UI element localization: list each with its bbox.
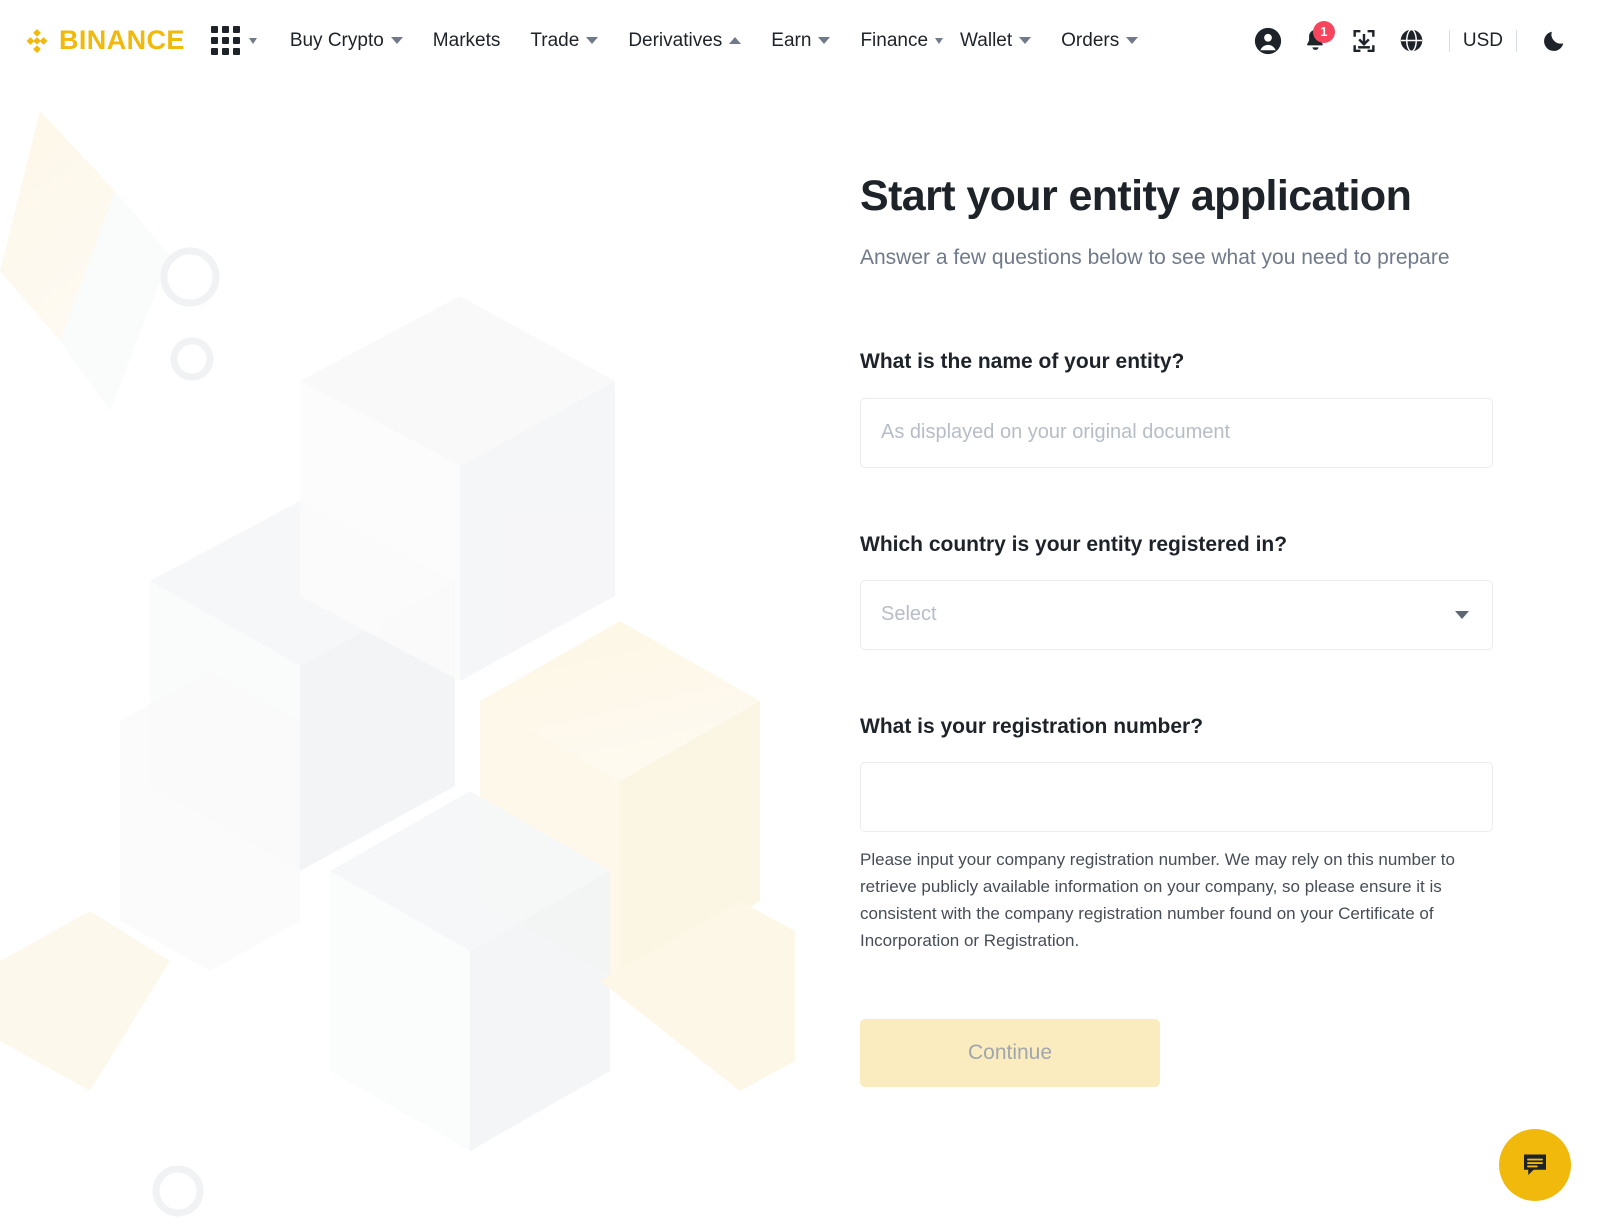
nav-item-buy-crypto[interactable]: Buy Crypto xyxy=(283,21,418,61)
nav-divider xyxy=(1516,29,1517,52)
field-label: What is the name of your entity? xyxy=(860,350,1185,374)
field-entity-name: What is the name of your entity? xyxy=(860,348,1493,468)
entity-name-input[interactable] xyxy=(860,397,1493,468)
support-chat-button[interactable] xyxy=(1499,1129,1571,1201)
chevron-down-icon xyxy=(248,37,257,44)
chevron-up-icon xyxy=(729,37,742,44)
nav-item-orders[interactable]: Orders xyxy=(1046,21,1153,61)
country-select[interactable]: Select xyxy=(860,579,1493,650)
chevron-down-icon xyxy=(586,37,599,44)
currency-selector[interactable]: USD xyxy=(1463,30,1503,52)
field-registration-number: What is your registration number? Please… xyxy=(860,713,1493,955)
nav-item-markets[interactable]: Markets xyxy=(418,21,516,61)
notifications-button[interactable]: 1 xyxy=(1292,17,1340,65)
field-label: Which country is your entity registered … xyxy=(860,532,1288,556)
registration-number-helper-text: Please input your company registration n… xyxy=(860,850,1455,950)
field-country: Which country is your entity registered … xyxy=(860,531,1493,650)
profile-button[interactable] xyxy=(1244,17,1292,65)
moon-icon xyxy=(1543,31,1563,51)
notification-badge: 1 xyxy=(1312,20,1335,43)
nav-label: Finance xyxy=(860,29,929,51)
binance-diamond-icon xyxy=(26,28,48,53)
globe-icon xyxy=(1401,28,1423,53)
chevron-down-icon xyxy=(935,37,944,44)
theme-toggle-button[interactable] xyxy=(1530,17,1578,65)
page-subtitle: Answer a few questions below to see what… xyxy=(860,246,1450,270)
top-navigation-bar: BINANCE Buy Crypto Markets Trade Derivat… xyxy=(0,0,1600,81)
continue-button[interactable]: Continue xyxy=(860,1018,1160,1087)
nav-item-derivatives[interactable]: Derivatives xyxy=(613,21,756,61)
nav-item-finance[interactable]: Finance xyxy=(845,21,945,61)
user-profile-icon xyxy=(1254,27,1281,54)
country-select-value: Select xyxy=(881,603,937,626)
page-title: Start your entity application xyxy=(860,172,1412,220)
nav-label: Orders xyxy=(1061,29,1120,51)
nav-item-trade[interactable]: Trade xyxy=(515,21,613,61)
nav-links: Buy Crypto Markets Trade Derivatives Ear… xyxy=(283,21,1244,61)
chevron-down-icon xyxy=(1019,37,1032,44)
binance-logo[interactable]: BINANCE xyxy=(22,26,185,56)
apps-grid-button[interactable] xyxy=(210,26,257,55)
field-label: What is your registration number? xyxy=(860,714,1204,738)
chevron-down-icon xyxy=(390,37,403,44)
chevron-down-icon xyxy=(1126,37,1139,44)
chevron-down-icon xyxy=(818,37,831,44)
apps-grid-icon xyxy=(210,26,240,55)
nav-right-actions: 1 USD xyxy=(1244,17,1578,65)
decorative-illustration-panel xyxy=(0,81,795,1225)
chevron-down-icon xyxy=(1455,610,1469,619)
download-app-icon xyxy=(1353,29,1375,52)
isometric-blocks-illustration xyxy=(0,81,795,1225)
nav-item-wallet[interactable]: Wallet xyxy=(945,21,1046,61)
nav-label: Buy Crypto xyxy=(289,29,384,51)
nav-item-earn[interactable]: Earn xyxy=(756,21,845,61)
nav-label: Earn xyxy=(771,29,812,51)
nav-label: Derivatives xyxy=(628,29,723,51)
registration-number-input[interactable] xyxy=(860,762,1493,833)
nav-divider xyxy=(1448,29,1450,52)
nav-label: Trade xyxy=(530,29,580,51)
download-app-button[interactable] xyxy=(1340,17,1388,65)
entity-application-form: Start your entity application Answer a f… xyxy=(795,81,1600,1225)
language-button[interactable] xyxy=(1388,17,1436,65)
nav-label: Wallet xyxy=(960,29,1013,51)
chat-bubble-icon xyxy=(1524,1154,1546,1175)
binance-entity-application-page: BINANCE Buy Crypto Markets Trade Derivat… xyxy=(0,0,1600,1225)
nav-label: Markets xyxy=(432,29,501,51)
brand-wordmark: BINANCE xyxy=(59,25,185,55)
